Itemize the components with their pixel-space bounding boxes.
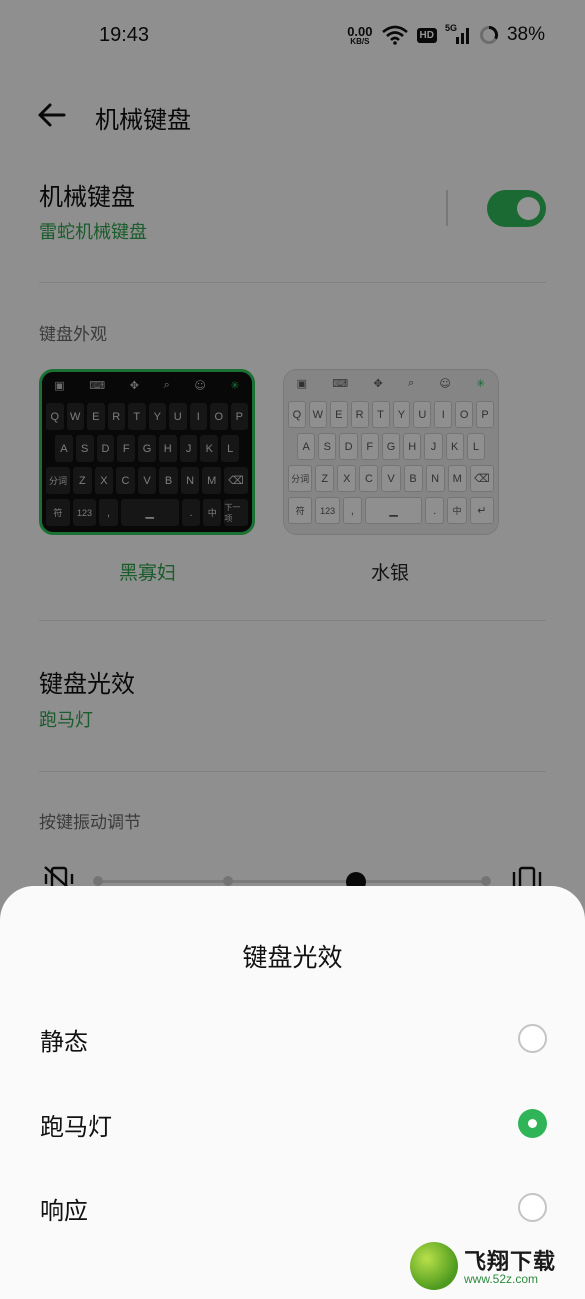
option-marquee[interactable]: 跑马灯 bbox=[0, 1089, 585, 1159]
option-response[interactable]: 响应 bbox=[0, 1173, 585, 1243]
radio-static[interactable] bbox=[518, 1024, 547, 1053]
watermark: 飞翔下载 www.52z.com bbox=[410, 1240, 575, 1294]
option-label: 响应 bbox=[40, 1197, 88, 1225]
option-label: 静态 bbox=[40, 1028, 88, 1056]
radio-marquee[interactable] bbox=[518, 1109, 547, 1138]
lighting-bottom-sheet: 键盘光效 静态 跑马灯 响应 bbox=[0, 886, 585, 1299]
radio-response[interactable] bbox=[518, 1193, 547, 1222]
leaf-logo-icon bbox=[410, 1242, 458, 1290]
sheet-title: 键盘光效 bbox=[242, 943, 343, 972]
watermark-url: www.52z.com bbox=[464, 1272, 539, 1286]
option-static[interactable]: 静态 bbox=[0, 1004, 585, 1074]
option-label: 跑马灯 bbox=[40, 1113, 112, 1141]
